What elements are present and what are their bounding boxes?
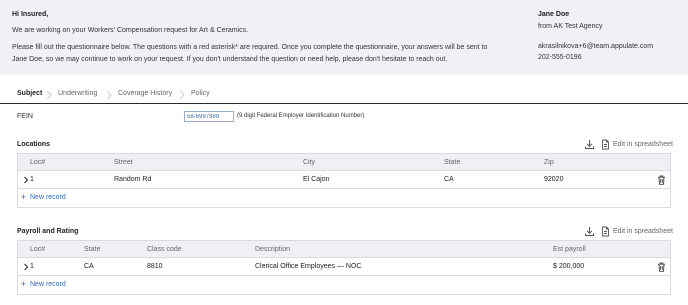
locations-tools: Edit in spreadsheet [584,139,674,151]
tab-subject[interactable]: Subject [17,90,42,97]
agent-phone[interactable]: 202-555-0196 [538,54,582,61]
column-header: Street [114,159,133,166]
locations-edit-spreadsheet[interactable]: Edit in spreadsheet [613,141,673,148]
new-record-label: New record [30,281,66,288]
column-header: State [84,246,101,253]
cell-class-code: 8810 [147,263,163,270]
download-icon[interactable] [584,139,595,150]
plus-icon: + [21,192,27,202]
locations-table: Loc# Street City State Zip 1 Random Rd E… [17,153,671,208]
cell-loc: 1 [30,176,34,183]
table-row[interactable]: 1 CA 8810 Clerical Office Employees — NO… [18,258,670,276]
cell-street: Random Rd [114,176,152,183]
table-header: Loc# State Class code Description Est pa… [18,241,670,258]
tab-policy[interactable]: Policy [191,90,210,97]
column-header: Est payroll [553,246,586,253]
trash-icon[interactable] [657,262,666,272]
column-header: Class code [147,246,182,253]
chevron-right-icon[interactable] [23,263,29,271]
document-icon[interactable] [600,139,611,150]
wizard-tabs: Subject Underwriting Coverage History Po… [0,86,688,104]
column-header: State [444,159,461,166]
agent-agency: from AK Test Agency [538,23,603,30]
chevron-right-icon[interactable] [23,176,29,184]
fein-input[interactable] [184,111,234,122]
agent-email[interactable]: akrasilnikova+6@team.appulate.com [538,43,653,50]
chevron-right-icon [45,90,53,100]
cell-state: CA [444,176,454,183]
table-row[interactable]: 1 Random Rd El Cajon CA 92020 [18,171,670,189]
tab-underwriting[interactable]: Underwriting [58,90,97,97]
column-header: City [303,159,316,166]
payroll-title: Payroll and Rating [17,228,79,235]
intro-banner: Hi Insured, We are working on your Worke… [0,0,688,75]
payroll-table: Loc# State Class code Description Est pa… [17,240,671,295]
cell-description: Clerical Office Employees — NOC [255,263,362,270]
tab-coverage-history[interactable]: Coverage History [118,90,172,97]
document-icon[interactable] [600,226,611,237]
plus-icon: + [21,279,27,289]
cell-est-payroll: $ 200,000 [553,263,585,270]
column-header: Loc# [30,159,46,166]
fein-hint: (9 digit Federal Employer Identification… [237,113,365,119]
payroll-tools: Edit in spreadsheet [584,226,674,238]
new-record-button[interactable]: + New record [18,189,670,207]
locations-title: Locations [17,141,51,148]
cell-city: El Cajon [303,176,330,183]
download-icon[interactable] [584,226,595,237]
new-record-label: New record [30,194,66,201]
column-header: Loc# [30,246,46,253]
payroll-edit-spreadsheet[interactable]: Edit in spreadsheet [613,228,673,235]
column-header: Description [255,246,291,253]
chevron-right-icon [105,90,113,100]
cell-state: CA [84,263,94,270]
intro-line-3: Jane Doe, so we may continue to work on … [12,56,448,63]
fein-label: FEIN [17,113,33,120]
greeting: Hi Insured, [12,11,49,18]
new-record-button[interactable]: + New record [18,276,670,294]
agent-name: Jane Doe [538,11,570,18]
intro-line-2: Please fill out the questionnaire below.… [12,44,488,51]
intro-line-1: We are working on your Workers' Compensa… [12,27,249,34]
chevron-right-icon [178,90,186,100]
cell-zip: 92020 [544,176,564,183]
cell-loc: 1 [30,263,34,270]
trash-icon[interactable] [657,175,666,185]
table-header: Loc# Street City State Zip [18,154,670,171]
column-header: Zip [544,159,554,166]
